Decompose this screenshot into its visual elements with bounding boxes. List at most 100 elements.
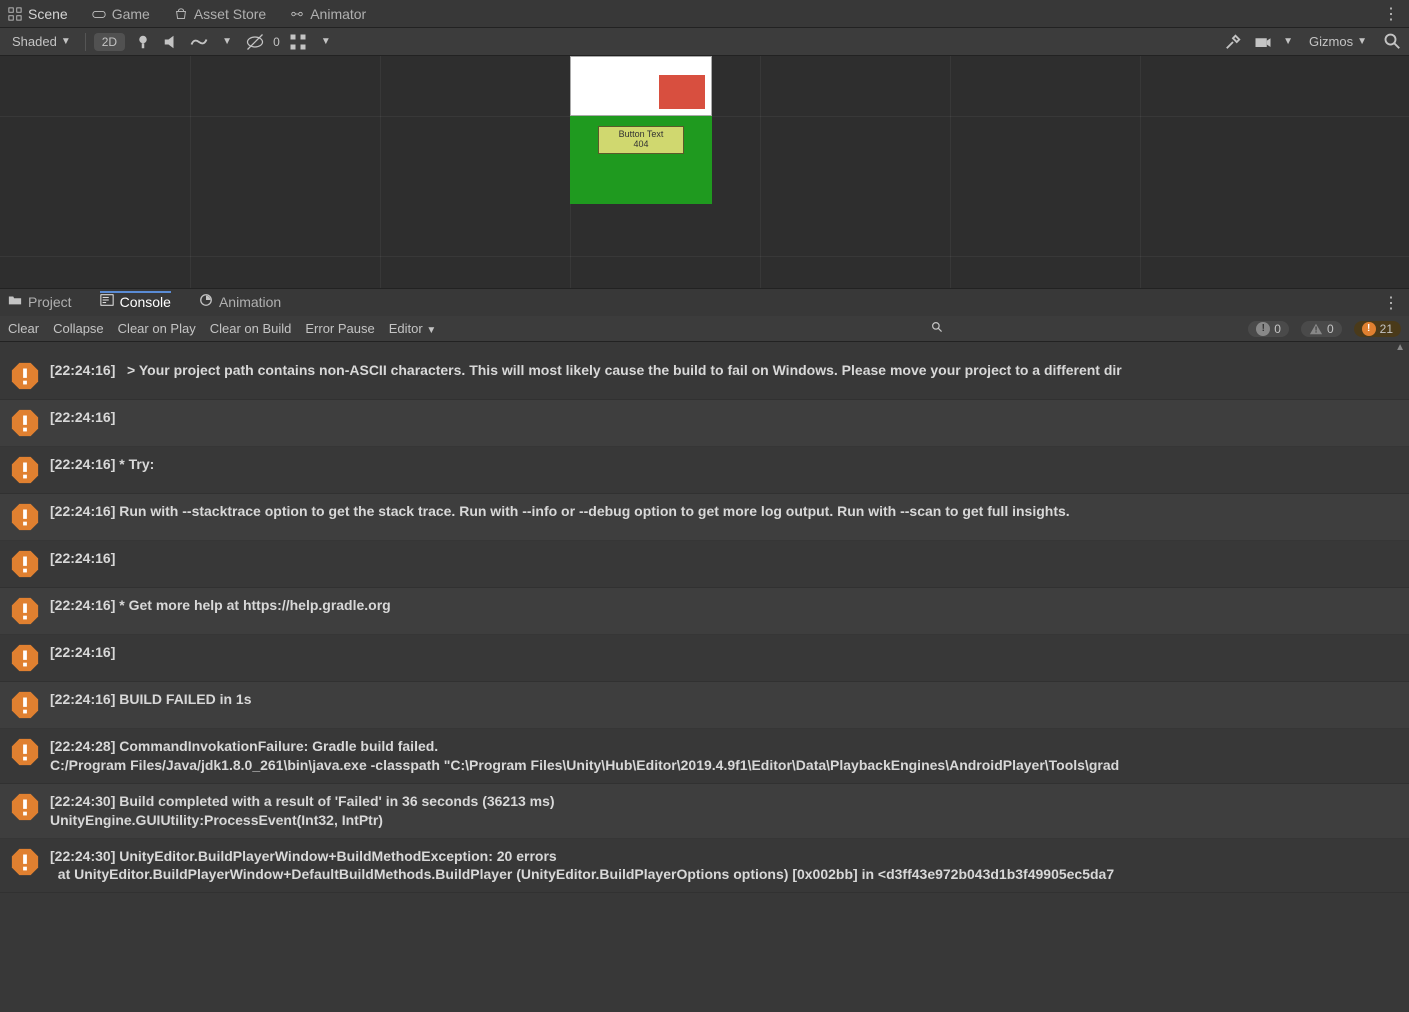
warn-count: 0 [1327,322,1334,336]
grid-dropdown-icon[interactable]: ▼ [316,32,336,52]
tools-icon[interactable] [1223,32,1243,52]
tab-animator-label: Animator [310,6,366,22]
shading-dropdown[interactable]: Shaded ▼ [6,32,77,51]
scene-button-label[interactable]: Button Text 404 [598,126,684,154]
hidden-objects-icon[interactable] [245,32,265,52]
tab-scene[interactable]: Scene [8,6,68,22]
panel-menu-icon[interactable]: ⋮ [1383,4,1399,24]
console-log-list[interactable]: ▲ [22:24:16] > Your project path contain… [0,342,1409,1012]
tab-console[interactable]: Console [100,291,171,312]
chevron-down-icon: ▼ [426,325,436,336]
search-icon[interactable] [1383,32,1403,52]
fx-toggle-icon[interactable] [189,32,209,52]
clear-on-play-button[interactable]: Clear on Play [118,321,196,336]
grid-line [1140,56,1141,288]
gizmos-dropdown[interactable]: Gizmos ▼ [1303,32,1373,51]
console-log-entry[interactable]: [22:24:30] Build completed with a result… [0,784,1409,839]
collapse-button[interactable]: Collapse [53,321,104,336]
scene-panel-green[interactable]: Button Text 404 [570,116,712,204]
clear-button[interactable]: Clear [8,321,39,336]
tab-console-label: Console [120,294,171,310]
grid-line [190,56,191,288]
panel-menu-icon[interactable]: ⋮ [1383,293,1399,313]
log-message: [22:24:16] [50,408,1399,427]
console-log-entry[interactable]: [22:24:16] Run with --stacktrace option … [0,494,1409,541]
grid-line [380,56,381,288]
mode-2d-toggle[interactable]: 2D [94,33,125,51]
tab-asset-store-label: Asset Store [194,6,266,22]
tab-project[interactable]: Project [8,293,72,312]
error-octagon-icon [10,737,40,767]
error-icon: ! [1362,322,1376,336]
editor-dropdown[interactable]: Editor ▼ [389,321,437,336]
console-log-entry[interactable]: [22:24:30] UnityEditor.BuildPlayerWindow… [0,839,1409,894]
console-log-entry[interactable]: [22:24:16] [0,541,1409,588]
asset-store-icon [174,7,188,21]
tab-game-label: Game [112,6,150,22]
fx-dropdown-icon[interactable]: ▼ [217,32,237,52]
svg-text:!: ! [1315,325,1318,334]
tab-animation[interactable]: Animation [199,293,281,312]
grid-snap-icon[interactable] [288,32,308,52]
info-count-toggle[interactable]: ! 0 [1248,321,1289,337]
error-octagon-icon [10,408,40,438]
hidden-count: 0 [273,35,280,49]
grid-line [0,256,1409,257]
error-octagon-icon [10,596,40,626]
tab-animator[interactable]: Animator [290,6,366,22]
camera-icon[interactable] [1253,32,1273,52]
shading-label: Shaded [12,34,57,49]
grid-line [760,56,761,288]
log-message: [22:24:30] UnityEditor.BuildPlayerWindow… [50,847,1399,885]
scene-tab-bar: Scene Game Asset Store Animator ⋮ [0,0,1409,28]
console-log-entry[interactable]: [22:24:16] * Try: [0,447,1409,494]
tab-project-label: Project [28,294,72,310]
info-count: 0 [1274,322,1281,336]
animator-icon [290,7,304,21]
log-message: [22:24:30] Build completed with a result… [50,792,1399,830]
grid-line [950,56,951,288]
warn-count-toggle[interactable]: ! 0 [1301,321,1342,337]
error-octagon-icon [10,549,40,579]
console-log-entry[interactable]: [22:24:16] BUILD FAILED in 1s [0,682,1409,729]
camera-dropdown-icon[interactable]: ▼ [1283,36,1293,47]
error-octagon-icon [10,455,40,485]
error-octagon-icon [10,847,40,877]
scene-icon [8,7,22,21]
console-log-entry[interactable]: [22:24:16] > Your project path contains … [0,353,1409,400]
chevron-down-icon: ▼ [61,36,71,47]
log-message: [22:24:16] * Get more help at https://he… [50,596,1399,615]
tab-game[interactable]: Game [92,6,150,22]
error-octagon-icon [10,792,40,822]
error-count-toggle[interactable]: ! 21 [1354,321,1401,337]
scene-panel-white[interactable] [570,56,712,116]
log-message: [22:24:16] [50,549,1399,568]
gizmos-label: Gizmos [1309,34,1353,49]
scene-object[interactable]: Button Text 404 [570,56,712,204]
console-log-entry[interactable]: [22:24:16] * Get more help at https://he… [0,588,1409,635]
animation-icon [199,293,213,310]
tab-scene-label: Scene [28,6,68,22]
tab-animation-label: Animation [219,294,281,310]
scene-panel-red[interactable] [659,75,705,109]
console-search-icon[interactable] [931,321,944,337]
log-message: [22:24:16] * Try: [50,455,1399,474]
error-octagon-icon [10,643,40,673]
console-icon [100,293,114,310]
console-log-entry[interactable]: [22:24:16] [0,400,1409,447]
log-message: [22:24:16] BUILD FAILED in 1s [50,690,1399,709]
console-log-entry[interactable]: [22:24:28] CommandInvokationFailure: Gra… [0,729,1409,784]
scene-toolbar: Shaded ▼ 2D ▼ 0 ▼ ▼ Gizmos ▼ [0,28,1409,56]
error-octagon-icon [10,502,40,532]
tab-asset-store[interactable]: Asset Store [174,6,266,22]
clear-on-build-button[interactable]: Clear on Build [210,321,292,336]
scene-viewport[interactable]: Button Text 404 [0,56,1409,288]
lighting-toggle-icon[interactable] [133,32,153,52]
error-count: 21 [1380,322,1393,336]
console-log-entry[interactable]: [22:24:16] [0,635,1409,682]
audio-toggle-icon[interactable] [161,32,181,52]
game-icon [92,7,106,21]
log-message: [22:24:16] > Your project path contains … [50,361,1399,380]
chevron-down-icon: ▼ [1357,36,1367,47]
error-pause-button[interactable]: Error Pause [305,321,374,336]
